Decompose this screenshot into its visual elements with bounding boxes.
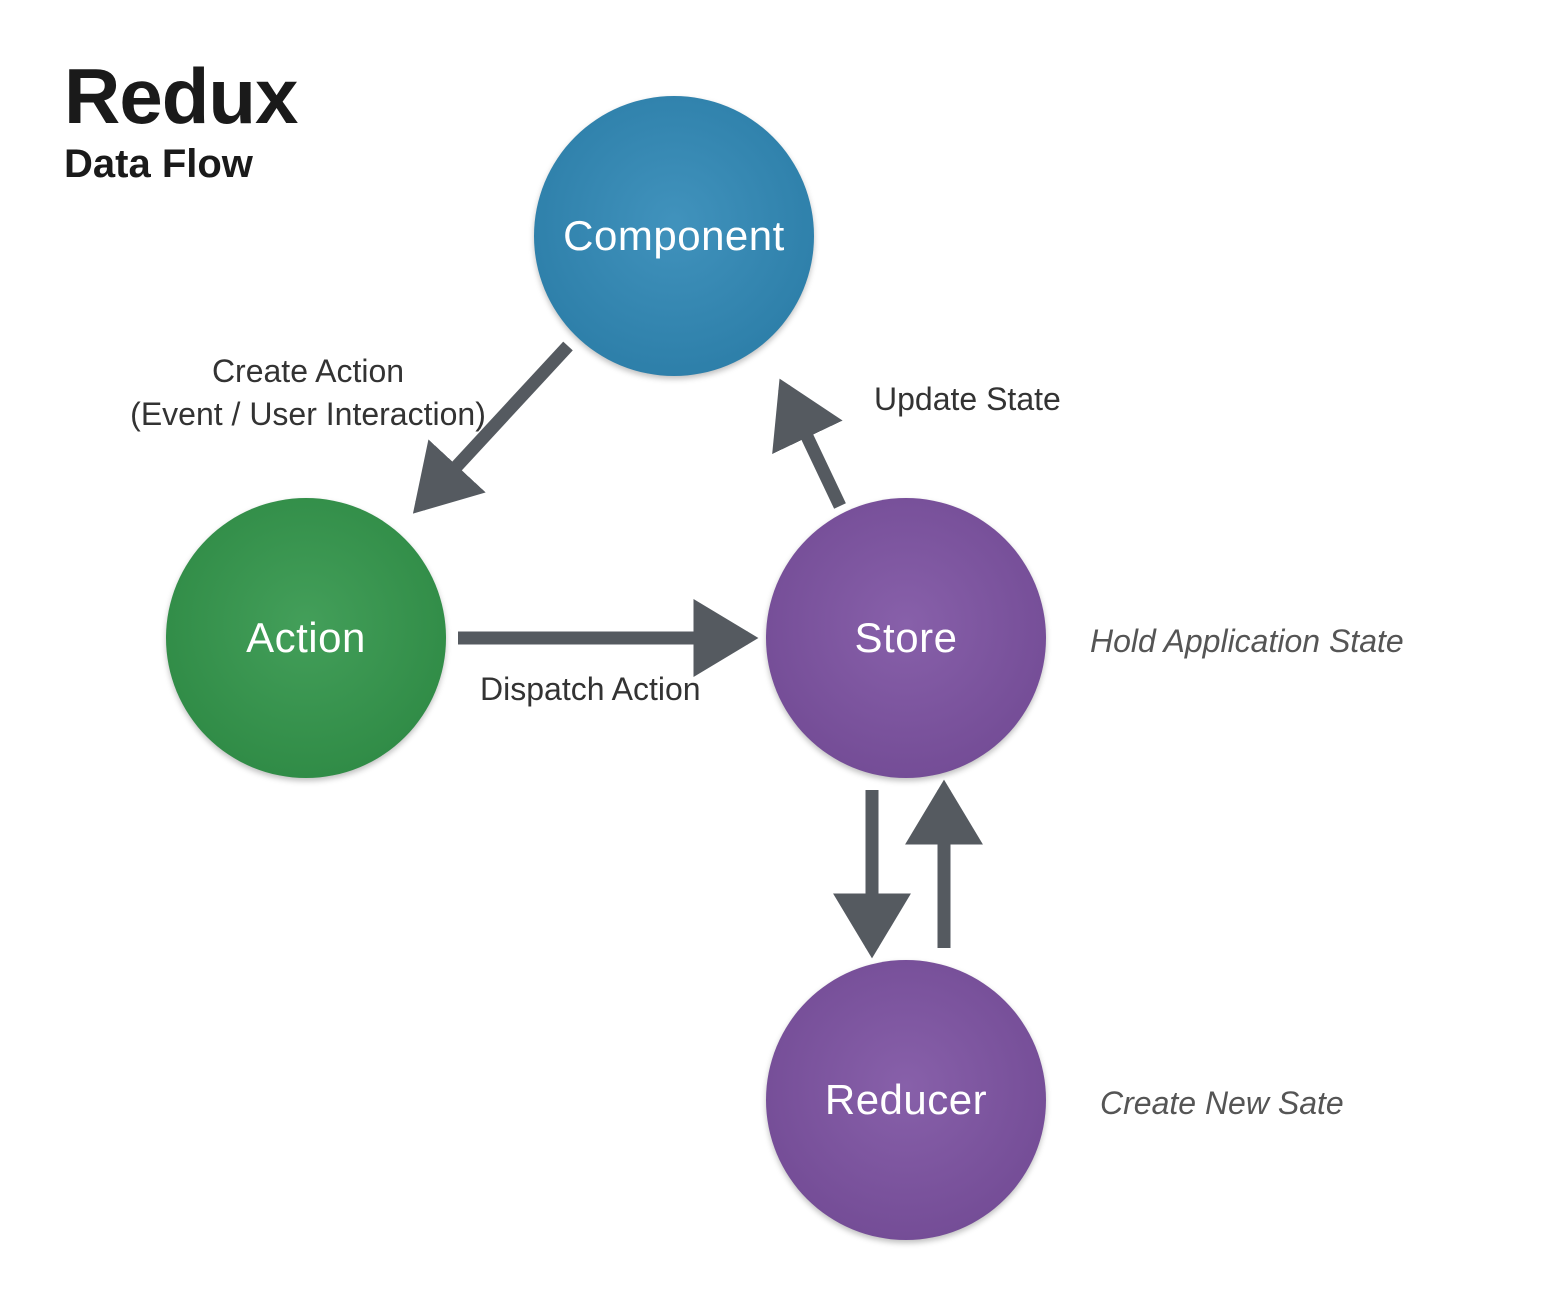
node-reducer-label: Reducer [825, 1076, 987, 1124]
label-update-state: Update State [874, 378, 1061, 421]
node-component: Component [534, 96, 814, 376]
label-store-note: Hold Application State [1090, 620, 1404, 663]
node-store: Store [766, 498, 1046, 778]
label-create-action: Create Action (Event / User Interaction) [98, 350, 518, 436]
label-reducer-note: Create New Sate [1100, 1082, 1344, 1125]
diagram-subtitle: Data Flow [64, 142, 297, 187]
node-component-label: Component [563, 212, 785, 260]
label-create-action-line2: (Event / User Interaction) [98, 393, 518, 436]
arrow-store-to-component [784, 388, 840, 506]
node-action-label: Action [246, 614, 366, 662]
node-reducer: Reducer [766, 960, 1046, 1240]
node-store-label: Store [855, 614, 958, 662]
label-create-action-line1: Create Action [98, 350, 518, 393]
label-dispatch-action: Dispatch Action [480, 668, 701, 711]
diagram-title-block: Redux Data Flow [64, 56, 297, 187]
diagram-title: Redux [64, 56, 297, 138]
node-action: Action [166, 498, 446, 778]
